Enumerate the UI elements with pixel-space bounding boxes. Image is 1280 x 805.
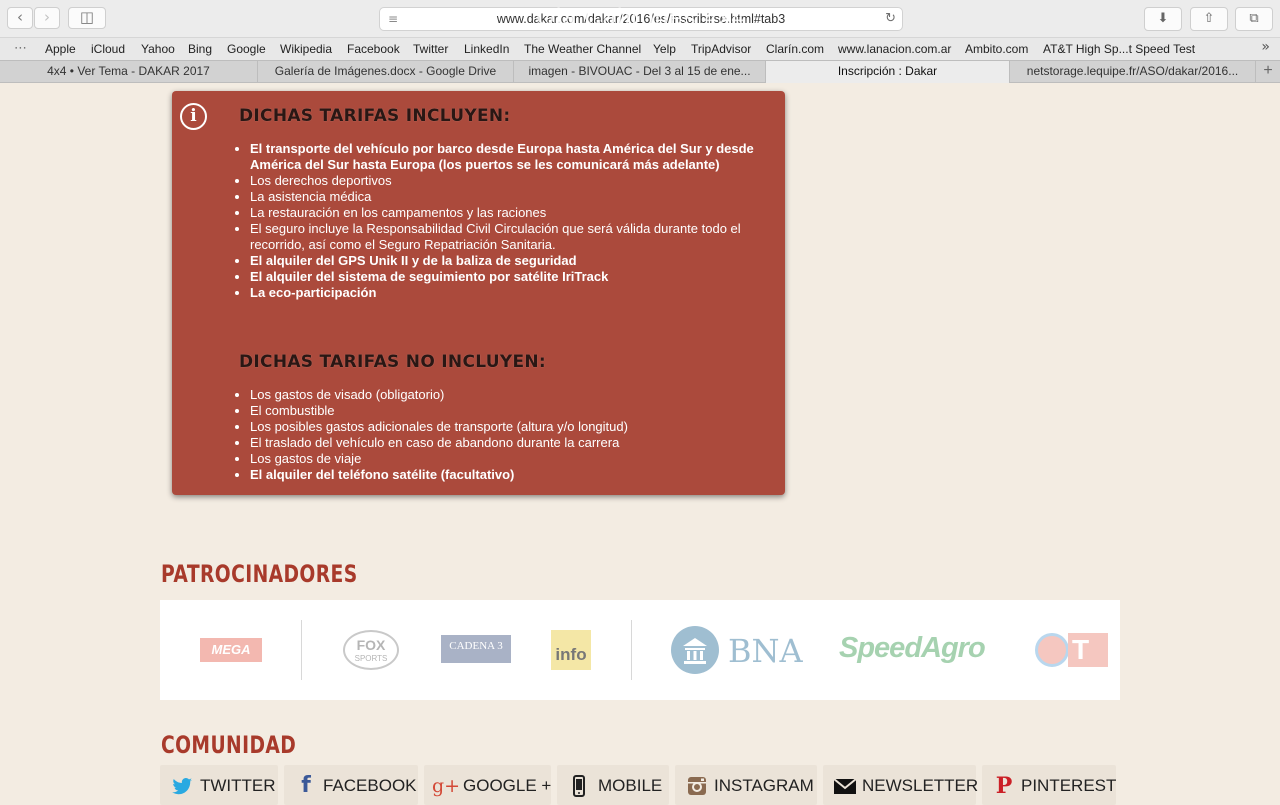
bookmark-item[interactable]: www.lanacion.com.ar	[838, 42, 951, 56]
tariff-item: La eco-participación	[250, 285, 770, 301]
sidebar-toggle-button[interactable]: ◫	[68, 7, 106, 29]
instagram-label: INSTAGRAM	[714, 776, 814, 795]
new-tab-button[interactable]: +	[1256, 61, 1280, 83]
share-button[interactable]: ⇧	[1190, 7, 1228, 31]
mobile-label: MOBILE	[598, 776, 663, 795]
bookmark-item[interactable]: Twitter	[413, 42, 448, 56]
twitter-icon	[170, 774, 194, 798]
bna-logo[interactable]: BNA	[728, 632, 803, 670]
tabs-icon: ⧉	[1249, 11, 1259, 26]
newsletter-button[interactable]: NEWSLETTER	[823, 765, 979, 805]
bookmark-item[interactable]: iCloud	[91, 42, 125, 56]
speedagro-logo[interactable]: SpeedAgro	[839, 632, 986, 665]
tariff-item: Los derechos deportivos	[250, 173, 770, 189]
browser-tab-active[interactable]: Inscripción : Dakar	[766, 61, 1010, 83]
sponsor-divider	[301, 620, 302, 680]
total-logo[interactable]: T	[1068, 633, 1108, 667]
bna-emblem-icon	[671, 626, 719, 674]
bookmark-item[interactable]: Yelp	[653, 42, 676, 56]
fox-sports-logo[interactable]: FOX SPORTS	[343, 630, 399, 670]
twitter-label: TWITTER	[200, 776, 276, 795]
bookmark-item[interactable]: The Weather Channel	[524, 42, 641, 56]
tariff-item: El traslado del vehículo en caso de aban…	[250, 435, 770, 451]
total-emblem-icon	[1035, 633, 1069, 667]
tariffs-info-box: i DICHAS TARIFAS INCLUYEN: El transporte…	[172, 91, 785, 495]
tariff-item: El alquiler del sistema de seguimiento p…	[250, 269, 770, 285]
tariff-item: La asistencia médica	[250, 189, 770, 205]
info-logo[interactable]: info	[551, 630, 591, 670]
downloads-button[interactable]: ⬇	[1144, 7, 1182, 31]
sponsors-strip: MEGA FOX SPORTS CADENA 3 info BNA SpeedA…	[160, 600, 1120, 700]
back-button[interactable]: ‹	[7, 7, 33, 29]
google-plus-button[interactable]: g+ GOOGLE +	[424, 765, 551, 805]
tariff-item: Los gastos de visado (obligatorio)	[250, 387, 770, 403]
bookmark-item[interactable]: Clarín.com	[766, 42, 824, 56]
tab-bar: 4x4 • Ver Tema - DAKAR 2017 Galería de I…	[0, 60, 1280, 83]
bookmark-item[interactable]: Yahoo	[141, 42, 175, 56]
bookmarks-bar: ⋯ Apple iCloud Yahoo Bing Google Wikiped…	[0, 38, 1280, 60]
instagram-icon	[685, 774, 709, 798]
google-plus-label: GOOGLE +	[463, 776, 552, 795]
browser-tab[interactable]: 4x4 • Ver Tema - DAKAR 2017	[0, 61, 258, 83]
share-icon: ⇧	[1203, 11, 1215, 26]
bookmark-item[interactable]: Facebook	[347, 42, 400, 56]
tariff-item: El seguro incluye la Responsabilidad Civ…	[250, 221, 770, 253]
sponsor-divider	[631, 620, 632, 680]
instagram-button[interactable]: INSTAGRAM	[675, 765, 817, 805]
browser-toolbar: ‹ › ◫ ≡ www.dakar.com/dakar/2016/es/insc…	[0, 0, 1280, 38]
bookmark-item[interactable]: LinkedIn	[464, 42, 509, 56]
browser-tab[interactable]: imagen - BIVOUAC - Del 3 al 15 de ene...	[514, 61, 766, 83]
includes-list: El transporte del vehículo por barco des…	[230, 141, 770, 301]
mega-logo[interactable]: MEGA	[200, 638, 262, 662]
bookmark-item[interactable]: TripAdvisor	[691, 42, 751, 56]
bookmark-item[interactable]: Ambito.com	[965, 42, 1028, 56]
more-bookmarks-icon[interactable]: »	[1261, 39, 1270, 55]
bookmark-item[interactable]: Apple	[45, 42, 76, 56]
cadena3-logo[interactable]: CADENA 3	[441, 635, 511, 663]
facebook-icon: f	[301, 773, 311, 798]
facebook-button[interactable]: f FACEBOOK	[284, 765, 418, 805]
tariff-item: Los gastos de viaje	[250, 451, 770, 467]
tariff-item: El alquiler del GPS Unik II y de la bali…	[250, 253, 770, 269]
url-text: www.dakar.com/dakar/2016/es/inscribirse.…	[496, 12, 786, 26]
pinterest-button[interactable]: P PINTEREST	[982, 765, 1116, 805]
forward-button[interactable]: ›	[34, 7, 60, 29]
tariff-item: El combustible	[250, 403, 770, 419]
community-title: COMUNIDAD	[161, 731, 297, 759]
facebook-label: FACEBOOK	[323, 776, 417, 795]
sports-logo-text: SPORTS	[354, 654, 388, 663]
pinterest-icon: P	[995, 773, 1013, 799]
bookmark-item[interactable]: AT&T High Sp...t Speed Test	[1043, 42, 1195, 56]
bookmark-item[interactable]: Wikipedia	[280, 42, 332, 56]
grid-icon[interactable]: ⋯	[14, 41, 27, 56]
mobile-button[interactable]: MOBILE	[557, 765, 669, 805]
download-icon: ⬇	[1157, 11, 1169, 26]
tariff-item: El transporte del vehículo por barco des…	[250, 141, 770, 173]
excludes-list: Los gastos de visado (obligatorio)El com…	[230, 387, 770, 483]
bookmark-item[interactable]: Bing	[188, 42, 212, 56]
tabs-overview-button[interactable]: ⧉	[1235, 7, 1273, 31]
newsletter-label: NEWSLETTER	[862, 776, 979, 795]
mobile-icon	[567, 774, 591, 798]
twitter-button[interactable]: TWITTER	[160, 765, 278, 805]
info-icon: i	[180, 103, 207, 130]
browser-tab[interactable]: Galería de Imágenes.docx - Google Drive	[258, 61, 514, 83]
address-bar[interactable]: ≡ www.dakar.com/dakar/2016/es/inscribirs…	[379, 4, 903, 31]
excludes-heading: DICHAS TARIFAS NO INCLUYEN:	[239, 352, 546, 372]
sponsors-title: PATROCINADORES	[161, 560, 358, 588]
includes-heading: DICHAS TARIFAS INCLUYEN:	[239, 106, 511, 126]
reload-icon[interactable]: ↻	[885, 11, 896, 26]
bookmark-item[interactable]: Google	[227, 42, 266, 56]
tariff-item: La restauración en los campamentos y las…	[250, 205, 770, 221]
fox-logo-text: FOX	[356, 637, 386, 653]
browser-tab[interactable]: netstorage.lequipe.fr/ASO/dakar/2016...	[1010, 61, 1256, 83]
google-plus-icon: g+	[432, 775, 461, 797]
envelope-icon	[833, 774, 857, 798]
pinterest-label: PINTEREST	[1021, 776, 1117, 795]
tariff-item: El alquiler del teléfono satélite (facul…	[250, 467, 770, 483]
tariff-item: Los posibles gastos adicionales de trans…	[250, 419, 770, 435]
